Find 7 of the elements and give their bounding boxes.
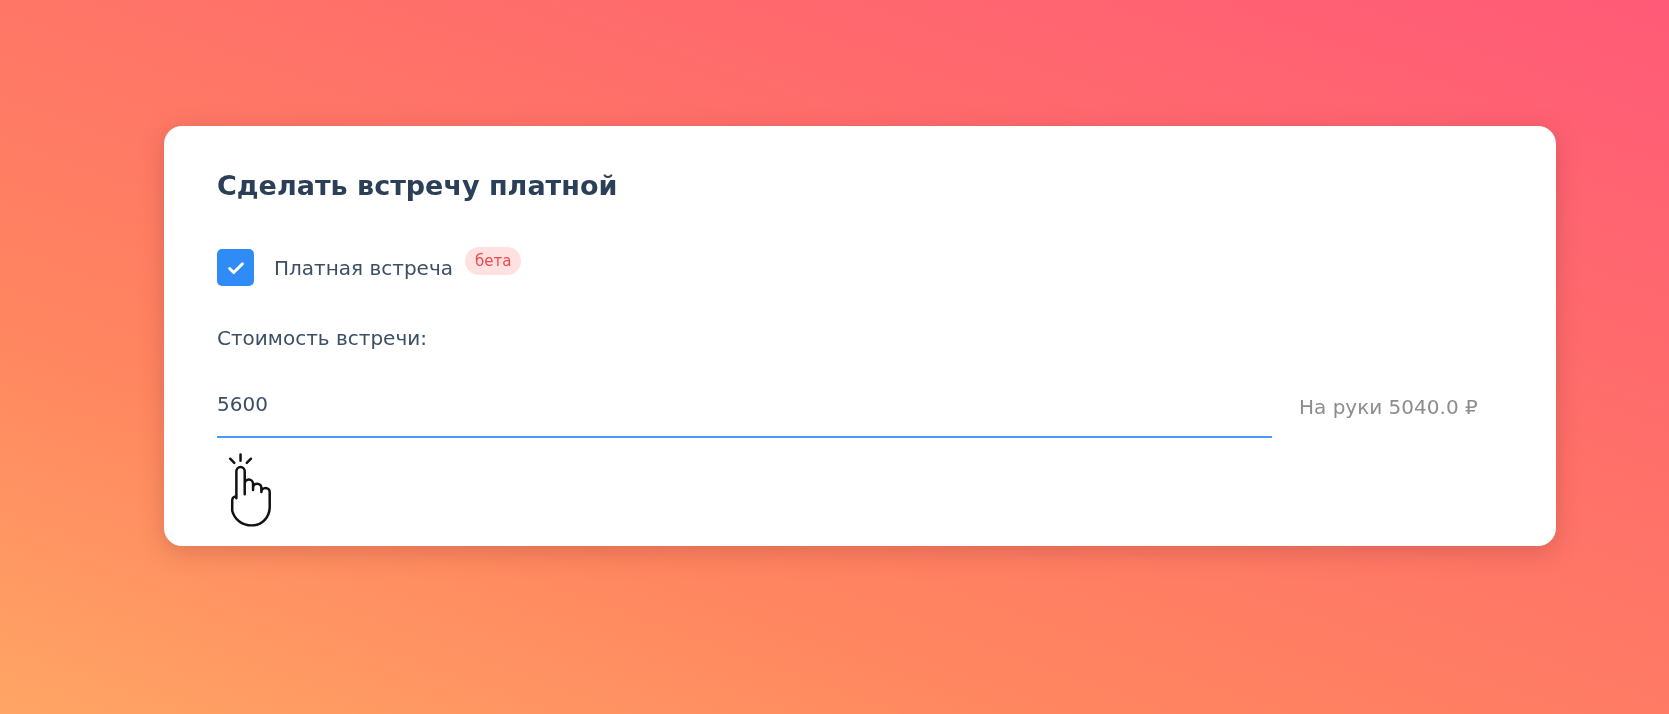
beta-badge: бета (464, 246, 522, 275)
checkbox[interactable] (217, 249, 254, 286)
price-input[interactable]: 5600 (217, 376, 1272, 438)
net-amount: На руки 5040.0 ₽ (1299, 395, 1478, 419)
checkbox-label: Платная встреча (274, 255, 453, 280)
field-label: Стоимость встречи: (217, 326, 428, 350)
card-title: Сделать встречу платной (217, 170, 619, 201)
